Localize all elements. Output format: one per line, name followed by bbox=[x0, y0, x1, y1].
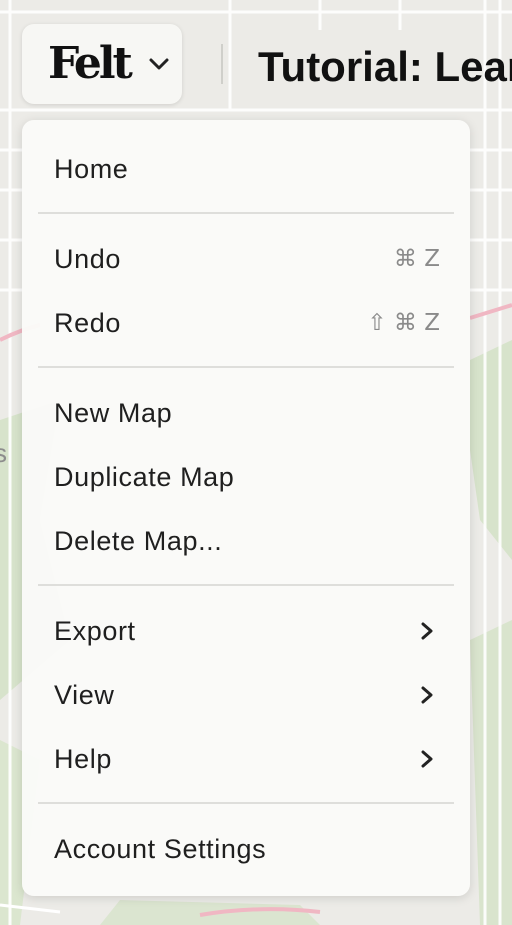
chevron-down-icon bbox=[149, 58, 169, 70]
chevron-right-icon bbox=[421, 750, 433, 768]
redo-shortcut: ⇧ ⌘ Z bbox=[367, 310, 440, 336]
menu-separator bbox=[38, 212, 454, 214]
menu-item-label: Undo bbox=[54, 243, 121, 274]
menu-item-label: New Map bbox=[54, 397, 173, 428]
map-title-container: Tutorial: Lear bbox=[250, 30, 512, 100]
map-place-label: s bbox=[0, 438, 7, 468]
menu-item-label: Home bbox=[54, 153, 129, 184]
felt-logo: Felt bbox=[48, 38, 133, 89]
menu-item-account-settings[interactable]: Account Settings bbox=[22, 821, 470, 877]
menu-item-new-map[interactable]: New Map bbox=[22, 385, 470, 441]
menu-separator bbox=[38, 584, 454, 586]
menu-separator bbox=[38, 802, 454, 804]
menu-item-delete-map[interactable]: Delete Map... bbox=[22, 513, 470, 569]
menu-item-label: Help bbox=[54, 743, 112, 774]
menu-separator bbox=[38, 366, 454, 368]
menu-item-label: View bbox=[54, 679, 115, 710]
menu-item-label: Delete Map... bbox=[54, 525, 223, 556]
header-divider bbox=[221, 44, 223, 84]
menu-item-view[interactable]: View bbox=[22, 667, 470, 723]
menu-item-label: Redo bbox=[54, 307, 121, 338]
menu-item-redo[interactable]: Redo ⇧ ⌘ Z bbox=[22, 295, 470, 351]
menu-item-help[interactable]: Help bbox=[22, 731, 470, 787]
menu-item-duplicate-map[interactable]: Duplicate Map bbox=[22, 449, 470, 505]
chevron-right-icon bbox=[421, 622, 433, 640]
app-dropdown-menu: Home Undo ⌘ Z Redo ⇧ ⌘ Z New Map Duplica… bbox=[22, 120, 470, 896]
menu-item-label: Duplicate Map bbox=[54, 461, 235, 492]
map-title[interactable]: Tutorial: Lear bbox=[258, 44, 512, 90]
menu-item-export[interactable]: Export bbox=[22, 603, 470, 659]
undo-shortcut: ⌘ Z bbox=[393, 246, 440, 272]
menu-item-label: Account Settings bbox=[54, 833, 267, 864]
menu-item-label: Export bbox=[54, 615, 136, 646]
menu-item-home[interactable]: Home bbox=[22, 141, 470, 197]
app-menu-button[interactable]: Felt bbox=[22, 24, 182, 104]
chevron-right-icon bbox=[421, 686, 433, 704]
menu-item-undo[interactable]: Undo ⌘ Z bbox=[22, 231, 470, 287]
